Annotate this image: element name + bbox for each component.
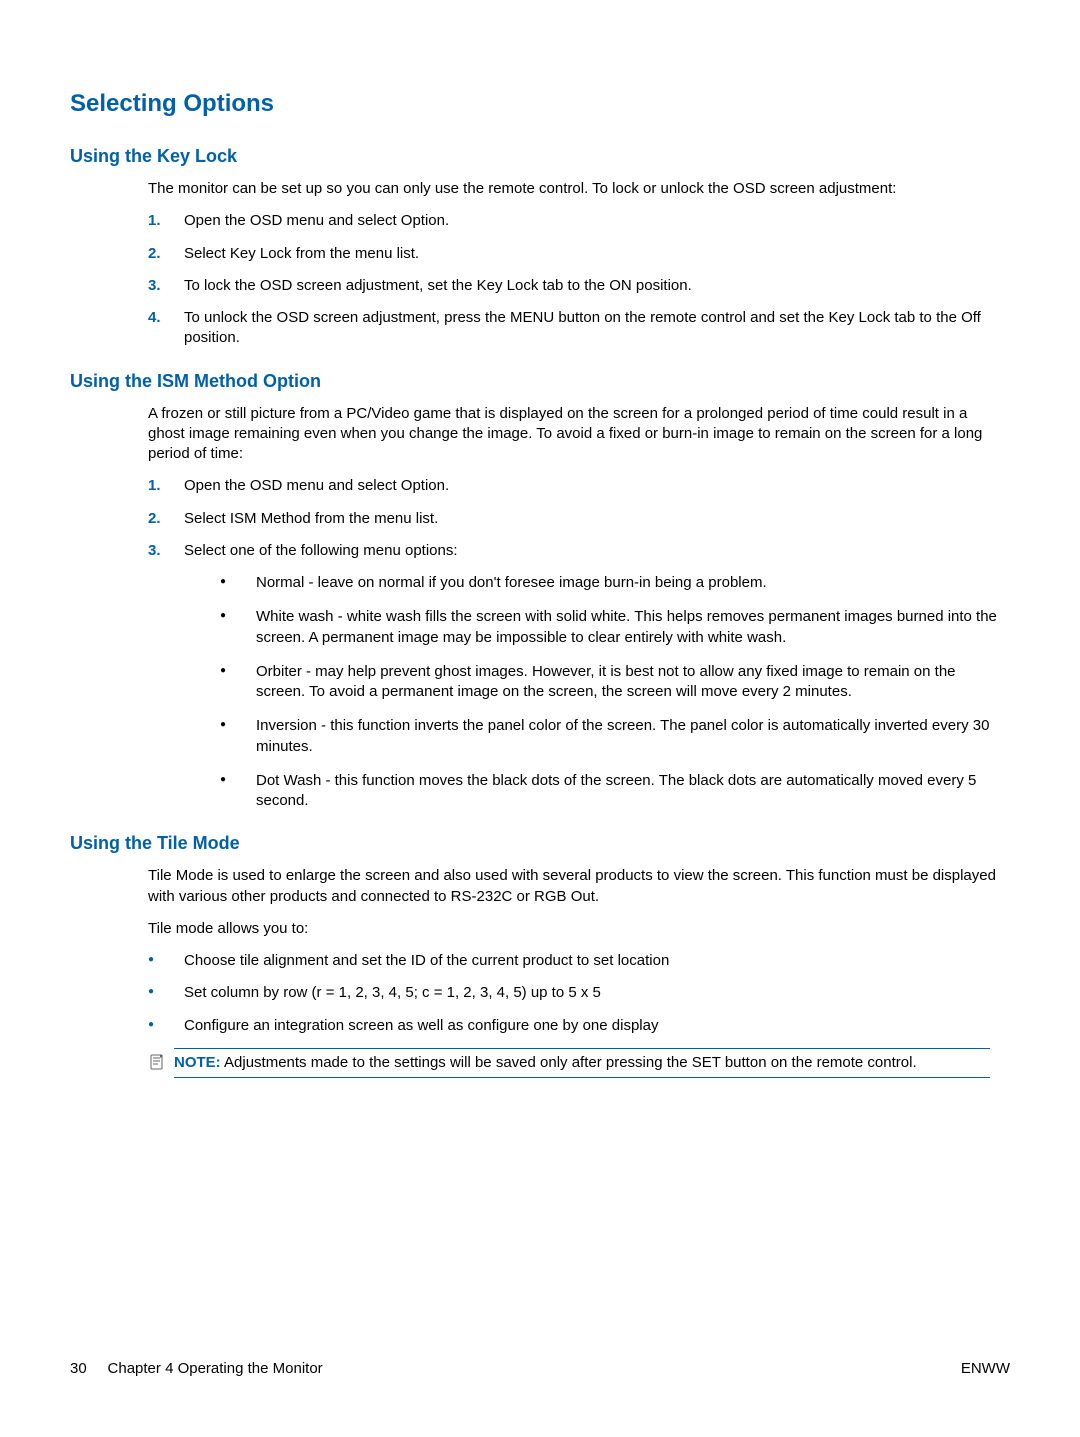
footer-right: ENWW	[961, 1360, 1010, 1377]
heading-key-lock: Using the Key Lock	[70, 146, 1010, 167]
list-item: 2. Select ISM Method from the menu list.	[148, 509, 1000, 529]
list-item: Configure an integration screen as well …	[148, 1016, 1000, 1036]
list-item: 1. Open the OSD menu and select Option.	[148, 476, 1000, 496]
step-number: 2.	[148, 509, 161, 529]
list-item: White wash - white wash fills the screen…	[220, 607, 1000, 648]
step-number: 1.	[148, 476, 161, 496]
step-text: Open the OSD menu and select Option.	[184, 477, 449, 494]
list-item: 3. Select one of the following menu optio…	[148, 541, 1000, 812]
heading-ism-method: Using the ISM Method Option	[70, 371, 1010, 392]
list-item: Dot Wash - this function moves the black…	[220, 771, 1000, 812]
paragraph: The monitor can be set up so you can onl…	[148, 179, 1000, 199]
step-number: 2.	[148, 244, 161, 264]
chapter-label: Chapter 4 Operating the Monitor	[108, 1360, 323, 1377]
list-item: Choose tile alignment and set the ID of …	[148, 951, 1000, 971]
list-item: 2. Select Key Lock from the menu list.	[148, 244, 1000, 264]
page-number: 30	[70, 1360, 87, 1377]
list-item: Orbiter - may help prevent ghost images.…	[220, 662, 1000, 703]
paragraph: A frozen or still picture from a PC/Vide…	[148, 404, 1000, 465]
note-label: NOTE:	[174, 1054, 221, 1071]
step-number: 3.	[148, 541, 161, 561]
step-text: Select Key Lock from the menu list.	[184, 245, 419, 262]
heading-tile-mode: Using the Tile Mode	[70, 833, 1010, 854]
step-number: 3.	[148, 276, 161, 296]
paragraph: Tile Mode is used to enlarge the screen …	[148, 866, 1000, 907]
list-item: 3. To lock the OSD screen adjustment, set…	[148, 276, 1000, 296]
list-item: 4. To unlock the OSD screen adjustment, p…	[148, 308, 1000, 349]
step-text: To unlock the OSD screen adjustment, pre…	[184, 309, 981, 346]
note-text-content: Adjustments made to the settings will be…	[224, 1054, 917, 1071]
paragraph: Tile mode allows you to:	[148, 919, 1000, 939]
ordered-list: 1. Open the OSD menu and select Option. 2…	[148, 476, 1000, 811]
step-text: Select ISM Method from the menu list.	[184, 510, 438, 527]
page-title: Selecting Options	[70, 90, 1010, 118]
list-item: Inversion - this function inverts the pa…	[220, 716, 1000, 757]
sub-list: Normal - leave on normal if you don't fo…	[184, 573, 1000, 811]
step-text: Select one of the following menu options…	[184, 542, 458, 559]
step-number: 4.	[148, 308, 161, 328]
list-item: 1. Open the OSD menu and select Option.	[148, 211, 1000, 231]
list-item: Set column by row (r = 1, 2, 3, 4, 5; c …	[148, 983, 1000, 1003]
page-footer: 30 Chapter 4 Operating the Monitor ENWW	[70, 1360, 1010, 1377]
step-text: To lock the OSD screen adjustment, set t…	[184, 277, 692, 294]
step-text: Open the OSD menu and select Option.	[184, 212, 449, 229]
step-number: 1.	[148, 211, 161, 231]
list-item: Normal - leave on normal if you don't fo…	[220, 573, 1000, 593]
bullet-list: Choose tile alignment and set the ID of …	[148, 951, 1000, 1036]
note-icon	[148, 1053, 166, 1071]
note-callout: NOTE: Adjustments made to the settings w…	[174, 1048, 990, 1078]
ordered-list: 1. Open the OSD menu and select Option. 2…	[148, 211, 1000, 348]
